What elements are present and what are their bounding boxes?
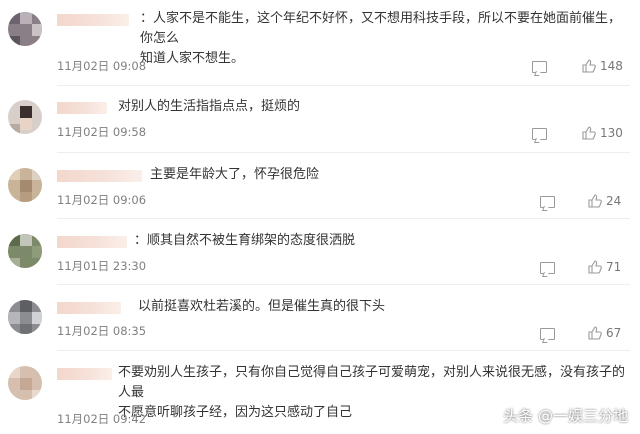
- like-count: 67: [606, 326, 622, 340]
- like-count: 130: [600, 126, 623, 140]
- username-blurred[interactable]: [57, 170, 142, 182]
- like-button[interactable]: 148: [582, 59, 623, 73]
- comment-text: ：人家不是不能生，这个年纪不好怀，又不想用科技手段，所以不要在她面前催生，你怎么…: [140, 11, 622, 66]
- divider: [57, 85, 630, 86]
- avatar[interactable]: [8, 300, 42, 334]
- like-count: 71: [606, 260, 622, 274]
- reply-icon[interactable]: [540, 262, 555, 274]
- comment-text: 以前挺喜欢杜若溪的。但是催生真的很下头: [138, 299, 386, 314]
- comment-text: 主要是年龄大了，怀孕很危险: [150, 167, 320, 182]
- avatar[interactable]: [8, 366, 42, 400]
- divider: [57, 350, 630, 351]
- like-count: 148: [600, 59, 623, 73]
- divider: [57, 284, 630, 285]
- comment-text: 对别人的生活指指点点，挺烦的: [118, 99, 301, 114]
- comment-item: ：人家不是不能生，这个年纪不好怀，又不想用科技手段，所以不要在她面前催生，你怎么…: [0, 0, 640, 73]
- like-button[interactable]: 130: [582, 126, 623, 140]
- divider: [57, 218, 630, 219]
- divider: [57, 152, 630, 153]
- comment-item: ：顺其自然不被生育绑架的态度很洒脱 11月01日 23:30 71: [0, 224, 640, 289]
- username-blurred[interactable]: [57, 368, 112, 380]
- reply-icon[interactable]: [540, 328, 555, 340]
- like-count: 24: [606, 194, 622, 208]
- comment-item: 对别人的生活指指点点，挺烦的 11月02日 09:58 130: [0, 90, 640, 155]
- avatar[interactable]: [8, 12, 42, 46]
- thumbs-up-icon: [582, 59, 596, 73]
- comment-item: 以前挺喜欢杜若溪的。但是催生真的很下头 11月02日 08:35 67: [0, 290, 640, 355]
- watermark: 头条 @一娱三分地: [503, 407, 628, 425]
- thumbs-up-icon: [582, 126, 596, 140]
- like-button[interactable]: 24: [588, 194, 621, 208]
- username-blurred[interactable]: [57, 302, 121, 314]
- like-button[interactable]: 67: [588, 326, 621, 340]
- thumbs-up-icon: [588, 260, 602, 274]
- comment-item: 主要是年龄大了，怀孕很危险 11月02日 09:06 24: [0, 158, 640, 223]
- comment-text: ：顺其自然不被生育绑架的态度很洒脱: [134, 233, 356, 248]
- thumbs-up-icon: [588, 326, 602, 340]
- reply-icon[interactable]: [532, 128, 547, 140]
- reply-icon[interactable]: [532, 61, 547, 73]
- thumbs-up-icon: [588, 194, 602, 208]
- username-blurred[interactable]: [57, 14, 129, 26]
- comment-time: 11月02日 09:06: [57, 193, 147, 207]
- avatar[interactable]: [8, 168, 42, 202]
- reply-icon[interactable]: [540, 196, 555, 208]
- comment-time: 11月02日 09:08: [57, 59, 147, 73]
- like-button[interactable]: 71: [588, 260, 621, 274]
- comment-time: 11月02日 09:42: [57, 412, 147, 426]
- username-blurred[interactable]: [57, 236, 127, 248]
- comment-time: 11月02日 09:58: [57, 125, 147, 139]
- avatar[interactable]: [8, 234, 42, 268]
- comment-time: 11月01日 23:30: [57, 259, 147, 273]
- username-blurred[interactable]: [57, 102, 107, 114]
- avatar[interactable]: [8, 100, 42, 134]
- comment-time: 11月02日 08:35: [57, 324, 147, 338]
